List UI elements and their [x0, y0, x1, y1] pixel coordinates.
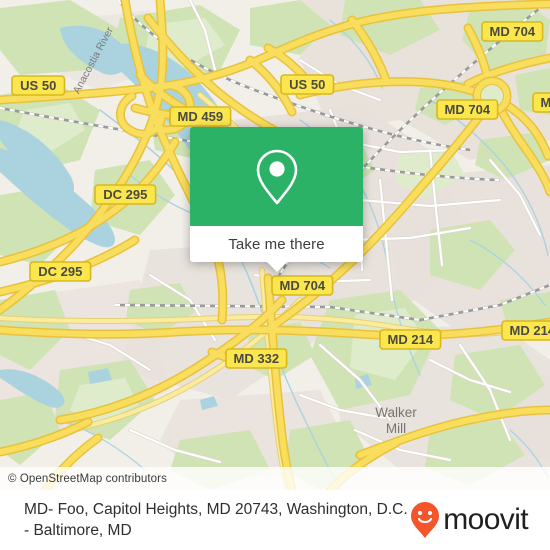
svg-text:US 50: US 50: [289, 77, 325, 92]
svg-text:MD 214: MD 214: [388, 332, 434, 347]
location-popup-card[interactable]: Take me there: [190, 127, 363, 272]
road-shield: MD 704: [481, 21, 544, 42]
road-shield: MD 459: [169, 106, 232, 127]
svg-text:DC 295: DC 295: [38, 264, 82, 279]
svg-text:MD 332: MD 332: [234, 351, 280, 366]
take-me-there-label: Take me there: [228, 235, 325, 253]
svg-text:MD 704: MD 704: [280, 278, 326, 293]
moovit-smiley-pin-icon: [411, 502, 440, 538]
road-shield: US 50: [280, 74, 335, 95]
moovit-wordmark: moovit: [443, 503, 528, 536]
page-footer: MD- Foo, Capitol Heights, MD 20743, Wash…: [0, 490, 550, 550]
road-shield: MD 214: [501, 320, 550, 341]
map-pin-icon: [256, 149, 297, 204]
svg-text:Mill: Mill: [386, 421, 406, 436]
svg-text:MD 704: MD 704: [541, 95, 550, 110]
svg-text:MD 704: MD 704: [490, 24, 536, 39]
road-shield: DC 295: [29, 261, 92, 282]
road-shield: MD 332: [225, 348, 288, 369]
location-title: MD- Foo, Capitol Heights, MD 20743, Wash…: [24, 501, 408, 539]
moovit-map-screenshot: .gp { fill:#cfe3b4; } .gpl { fill:#dfecc…: [0, 0, 550, 550]
moovit-logo[interactable]: moovit: [410, 501, 536, 539]
road-shield: DC 295: [94, 184, 157, 205]
road-shield: MD 704: [532, 92, 550, 113]
svg-text:US 50: US 50: [20, 78, 56, 93]
svg-text:MD 704: MD 704: [445, 102, 491, 117]
attribution-text: © OpenStreetMap contributors: [8, 472, 167, 485]
card-footer[interactable]: Take me there: [190, 226, 363, 272]
road-shield: MD 214: [379, 329, 442, 350]
road-shield: MD 704: [271, 275, 334, 296]
card-pointer-tail: [265, 261, 288, 272]
road-shield: US 50: [11, 75, 66, 96]
svg-text:MD 214: MD 214: [510, 323, 550, 338]
map-attribution[interactable]: © OpenStreetMap contributors: [0, 467, 550, 490]
svg-text:DC 295: DC 295: [103, 187, 147, 202]
svg-text:Walker: Walker: [375, 405, 417, 420]
card-header: [190, 127, 363, 226]
road-shield: MD 704: [436, 99, 499, 120]
svg-text:MD 459: MD 459: [178, 109, 224, 124]
